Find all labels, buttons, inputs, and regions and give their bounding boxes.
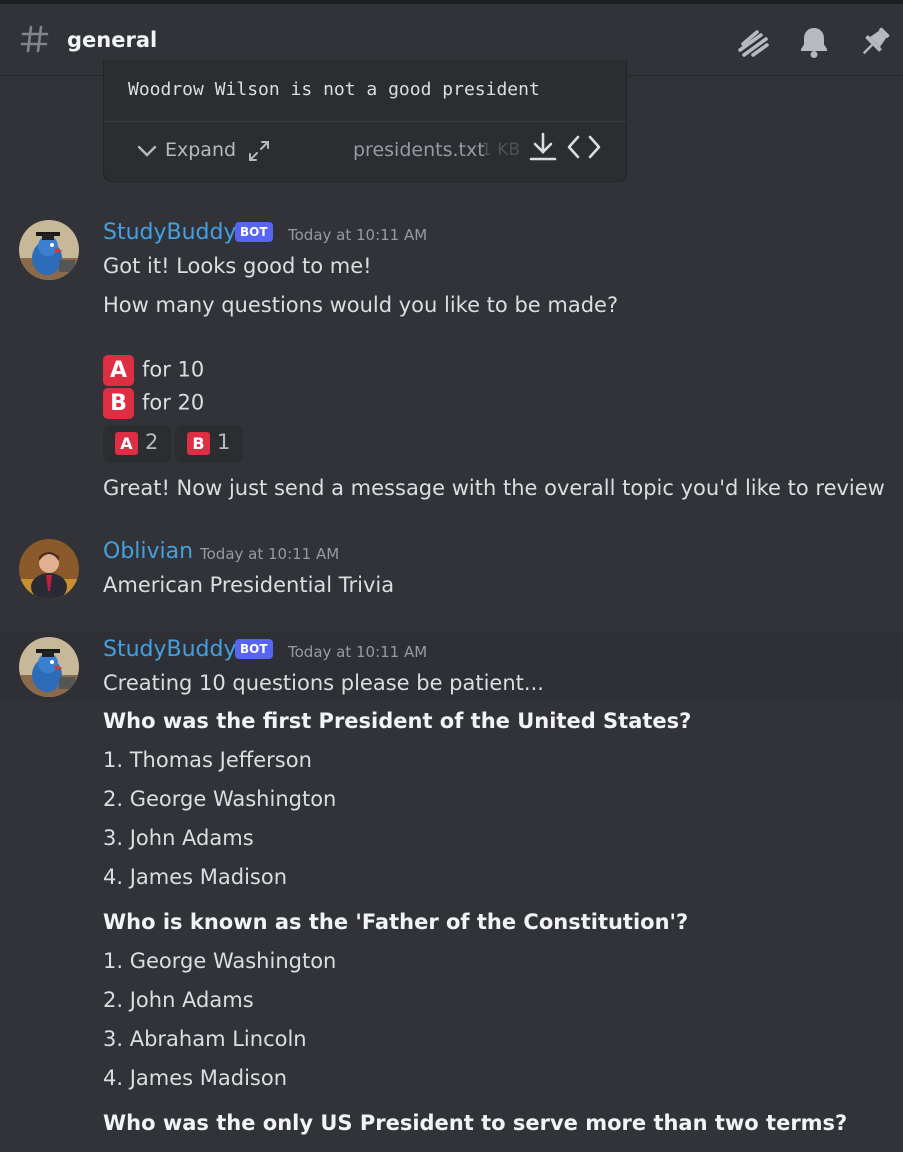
reaction-a[interactable]: A 2 xyxy=(103,425,171,463)
studybuddy-avatar[interactable] xyxy=(19,220,79,280)
reaction-emoji: B xyxy=(187,432,210,455)
answer-option: 4. James Madison xyxy=(103,1066,288,1090)
file-preview-text: Woodrow Wilson is not a good president xyxy=(128,79,540,100)
answer-option: 3. John Adams xyxy=(103,826,254,850)
regional-a-emoji: A xyxy=(103,355,134,386)
attachment-divider xyxy=(104,121,626,122)
answer-option: 1. George Washington xyxy=(103,949,337,973)
message-text: How many questions would you like to be … xyxy=(103,293,619,317)
author-name[interactable]: StudyBuddy xyxy=(103,637,237,662)
regional-b-emoji: B xyxy=(103,388,134,419)
message-text: Got it! Looks good to me! xyxy=(103,254,372,278)
threads-icon[interactable] xyxy=(735,24,771,60)
person-avatar-image xyxy=(19,539,79,599)
message-text: Creating 10 questions please be patient.… xyxy=(103,671,544,695)
reaction-b[interactable]: B 1 xyxy=(175,425,243,463)
bell-icon[interactable] xyxy=(796,24,832,60)
author-name[interactable]: Oblivian xyxy=(103,539,193,564)
timestamp: Today at 10:11 AM xyxy=(288,643,428,661)
pin-icon[interactable] xyxy=(857,24,893,60)
download-icon[interactable] xyxy=(527,131,559,163)
hash-icon xyxy=(20,25,49,53)
file-size: 1 KB xyxy=(481,140,521,160)
answer-option: 1. Thomas Jefferson xyxy=(103,748,312,772)
option-text: for 20 xyxy=(142,390,205,415)
reaction-count: 2 xyxy=(145,430,159,454)
file-attachment: Woodrow Wilson is not a good president E… xyxy=(103,60,627,182)
option-line: Bfor 20 xyxy=(103,388,204,419)
answer-option: 2. George Washington xyxy=(103,787,337,811)
timestamp: Today at 10:11 AM xyxy=(288,226,428,244)
expand-icon[interactable] xyxy=(247,139,271,163)
question-title: Who was the only US President to serve m… xyxy=(103,1111,848,1135)
timestamp: Today at 10:11 AM xyxy=(200,545,340,563)
channel-name: general xyxy=(67,28,158,52)
reaction-emoji: A xyxy=(115,432,138,455)
chevron-down-icon[interactable] xyxy=(136,140,158,162)
answer-option: 4. James Madison xyxy=(103,865,288,889)
reaction-count: 1 xyxy=(217,430,231,454)
option-line: Afor 10 xyxy=(103,355,204,386)
question-title: Who is known as the 'Father of the Const… xyxy=(103,910,689,934)
bot-badge: BOT xyxy=(235,222,273,242)
option-text: for 10 xyxy=(142,357,205,382)
bot-badge: BOT xyxy=(235,639,273,659)
question-title: Who was the first President of the Unite… xyxy=(103,709,692,733)
message-text: American Presidential Trivia xyxy=(103,573,395,597)
bird-avatar-image xyxy=(19,637,79,697)
expand-button[interactable]: Expand xyxy=(165,139,236,161)
answer-option: 3. Abraham Lincoln xyxy=(103,1027,307,1051)
message-text: Great! Now just send a message with the … xyxy=(103,476,885,500)
studybuddy-avatar[interactable] xyxy=(19,637,79,697)
file-name[interactable]: presidents.txt xyxy=(353,139,485,161)
author-name[interactable]: StudyBuddy xyxy=(103,220,237,245)
answer-option: 2. John Adams xyxy=(103,988,254,1012)
bird-avatar-image xyxy=(19,220,79,280)
oblivian-avatar[interactable] xyxy=(19,539,79,599)
code-icon[interactable] xyxy=(566,134,602,160)
